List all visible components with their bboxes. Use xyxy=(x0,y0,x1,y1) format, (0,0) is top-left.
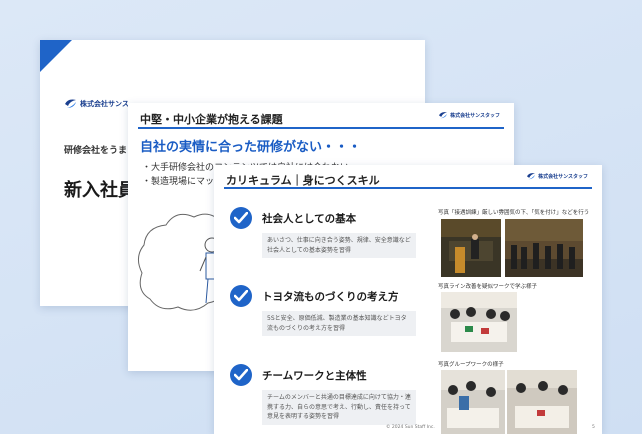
slide-title: 新入社員 xyxy=(64,180,136,201)
item-description: あいさつ、仕事に向き合う姿勢、規律、安全意識など社会人としての基本姿勢を習得 xyxy=(262,233,416,259)
item-title: トヨタ流ものづくりの考え方 xyxy=(262,291,399,303)
header-rule xyxy=(224,187,592,189)
photo-caption: 写真「接遇訓練」厳しい雰囲気の下、「気を付け」などを行う xyxy=(438,210,590,216)
check-circle-icon xyxy=(230,207,252,229)
check-circle-icon xyxy=(230,285,252,307)
photo-caption: 写真ライン改善を疑似ワークで学ぶ様子 xyxy=(438,284,538,290)
company-logo: 株式会社サンス xyxy=(64,98,129,109)
photo-group-work-1 xyxy=(441,370,505,434)
slide-headline: 自社の実情に合った研修がない・・・ xyxy=(140,140,362,155)
slide-subtitle: 研修会社をうま xyxy=(64,146,128,156)
item-title: 社会人としての基本 xyxy=(262,213,357,225)
company-logo: 株式会社サンスタッフ xyxy=(526,172,588,180)
company-logo: 株式会社サンスタッフ xyxy=(438,111,500,119)
logo-text: 株式会社サンス xyxy=(80,99,129,108)
item-title: チームワークと主体性 xyxy=(262,370,367,382)
logo-text: 株式会社サンスタッフ xyxy=(450,112,500,119)
copyright-footer: © 2024 Sun Staff Inc. xyxy=(386,425,435,430)
logo-icon xyxy=(439,112,448,119)
item-description: チームのメンバーと共通の目標達成に向けて協力・連携する力、自らの意思で考え、行動… xyxy=(262,390,416,425)
slide-header: 中堅・中小企業が抱える課題 xyxy=(140,113,283,126)
logo-text: 株式会社サンスタッフ xyxy=(538,173,588,180)
logo-icon xyxy=(65,99,76,108)
logo-icon xyxy=(527,173,536,180)
photo-caption: 写真グループワークの様子 xyxy=(438,362,504,368)
photo-training-hall xyxy=(441,219,501,277)
check-circle-icon xyxy=(230,364,252,386)
bullet-item: ・製造現場にマッ xyxy=(142,177,215,187)
slide-curriculum[interactable]: カリキュラム｜身につくスキル 株式会社サンスタッフ 社会人としての基本 あいさつ… xyxy=(214,165,602,434)
header-rule xyxy=(138,127,504,129)
photo-line-improvement xyxy=(441,292,517,352)
slide-header: カリキュラム｜身につくスキル xyxy=(226,174,380,187)
photo-group-work-2 xyxy=(507,370,577,434)
page-number: 5 xyxy=(592,425,595,430)
corner-accent xyxy=(40,40,72,72)
photo-group-standing xyxy=(505,219,583,277)
item-description: 5Sと安全、原価低減、製造業の基本知識などトヨタ流ものづくりの考え方を習得 xyxy=(262,311,416,337)
